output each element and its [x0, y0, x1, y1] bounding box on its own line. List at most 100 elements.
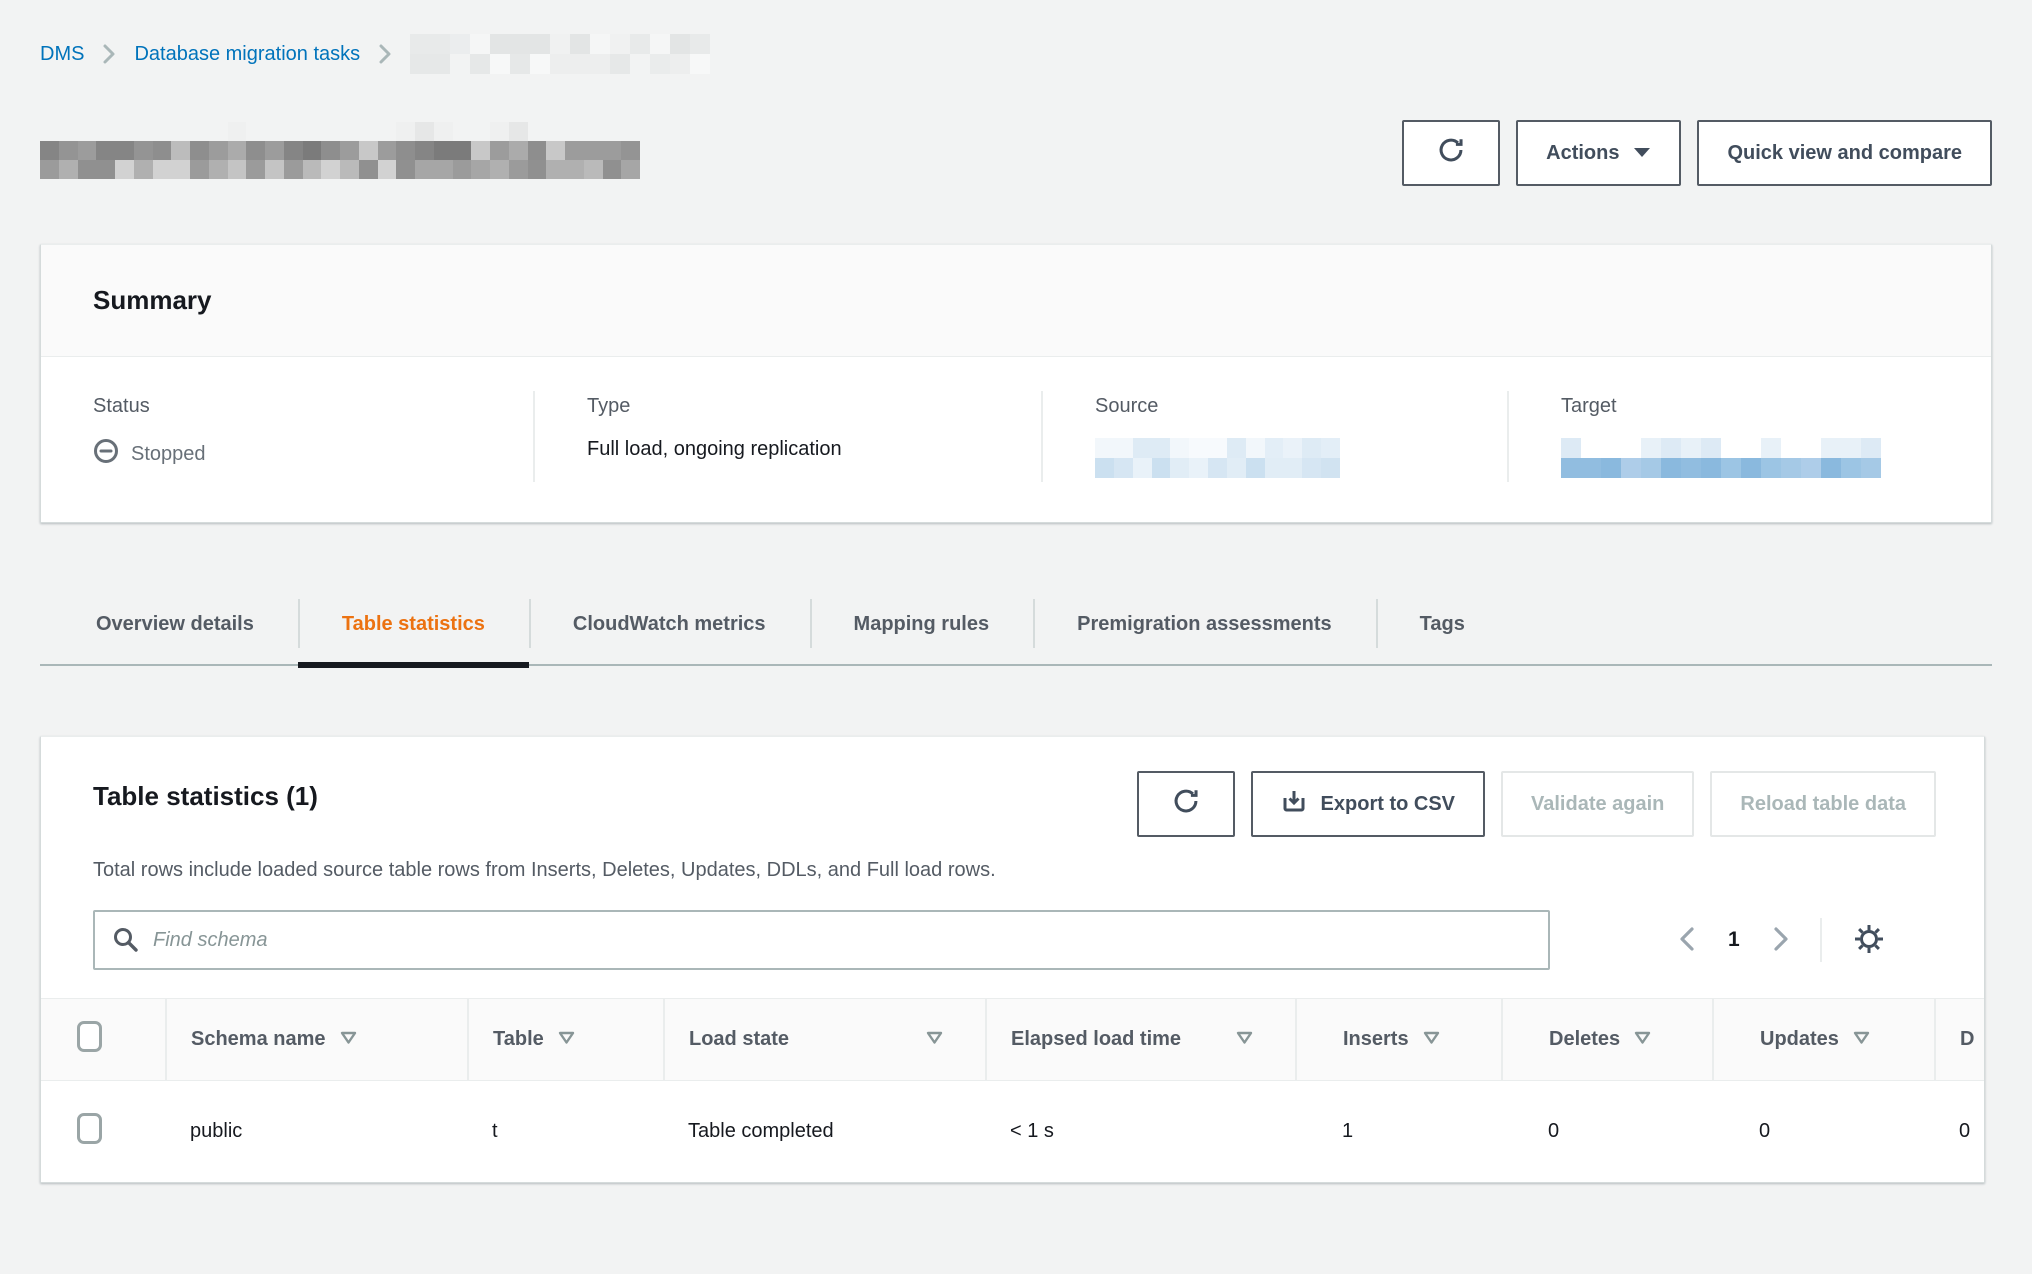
type-value: Full load, ongoing replication [587, 438, 1011, 461]
status-label: Status [93, 395, 503, 418]
reload-table-data-button[interactable]: Reload table data [1710, 771, 1936, 837]
column-label: D [1960, 1028, 1974, 1051]
table-statistics-description: Total rows include loaded source table r… [93, 859, 1936, 882]
column-header-table[interactable]: Table [468, 999, 664, 1081]
column-label: Elapsed load time [1011, 1028, 1181, 1051]
column-header-load-state[interactable]: Load state [664, 999, 986, 1081]
sort-icon [1423, 1028, 1440, 1051]
column-header-clipped[interactable]: D [1935, 999, 1985, 1081]
table-refresh-button[interactable] [1137, 771, 1235, 837]
cell-deletes: 0 [1502, 1081, 1713, 1183]
current-page-number[interactable]: 1 [1706, 928, 1762, 952]
pager-divider [1820, 918, 1822, 962]
row-checkbox[interactable] [77, 1113, 102, 1144]
tab-cloudwatch-metrics[interactable]: CloudWatch metrics [529, 589, 810, 664]
breadcrumb: DMS Database migration tasks [40, 0, 1992, 74]
column-header-updates[interactable]: Updates [1713, 999, 1935, 1081]
type-label: Type [587, 395, 1011, 418]
export-to-csv-label: Export to CSV [1321, 793, 1455, 816]
table-preferences-button[interactable] [1846, 916, 1892, 965]
summary-type-field: Type Full load, ongoing replication [533, 391, 1041, 482]
column-label: Inserts [1343, 1028, 1409, 1051]
column-header-inserts[interactable]: Inserts [1296, 999, 1502, 1081]
chevron-right-icon [1772, 925, 1790, 956]
quick-view-compare-label: Quick view and compare [1727, 142, 1962, 165]
chevron-right-icon [378, 43, 392, 65]
actions-dropdown-button[interactable]: Actions [1516, 120, 1681, 186]
sort-icon [926, 1028, 943, 1051]
table-statistics-title: Table statistics (1) [93, 771, 318, 812]
tab-overview-details[interactable]: Overview details [40, 589, 298, 664]
sort-icon [1236, 1028, 1253, 1051]
tab-tags[interactable]: Tags [1376, 589, 1509, 664]
column-label: Load state [689, 1028, 789, 1051]
tab-table-statistics[interactable]: Table statistics [298, 589, 529, 664]
table-toolbar: 1 [41, 882, 1984, 998]
table-actions: Export to CSV Validate again Reload tabl… [1137, 771, 1936, 837]
tab-mapping-rules[interactable]: Mapping rules [810, 589, 1034, 664]
source-value-redacted[interactable] [1095, 438, 1340, 478]
column-header-schema-name[interactable]: Schema name [166, 999, 468, 1081]
refresh-icon [1172, 787, 1200, 821]
summary-status-field: Status Stopped [41, 391, 533, 482]
tab-premigration-assessments[interactable]: Premigration assessments [1033, 589, 1376, 664]
cell-updates: 0 [1713, 1081, 1935, 1183]
summary-body: Status Stopped Type Full load, ongoing r… [41, 357, 1991, 522]
cell-inserts: 1 [1296, 1081, 1502, 1183]
find-schema-input[interactable] [93, 910, 1550, 970]
sort-icon [340, 1028, 357, 1051]
column-label: Schema name [191, 1028, 326, 1051]
column-header-elapsed-load-time[interactable]: Elapsed load time [986, 999, 1296, 1081]
previous-page-button[interactable] [1668, 925, 1706, 956]
next-page-button[interactable] [1762, 925, 1800, 956]
reload-table-data-label: Reload table data [1740, 793, 1906, 816]
sort-icon [1853, 1028, 1870, 1051]
header-actions: Actions Quick view and compare [1402, 120, 1992, 186]
breadcrumb-tasks-link[interactable]: Database migration tasks [134, 43, 360, 66]
breadcrumb-task-name-redacted [410, 34, 710, 74]
status-text: Stopped [131, 443, 206, 466]
table-statistics-card: Table statistics (1) Export to CSV [40, 736, 1985, 1183]
cell-schema-name: public [166, 1081, 468, 1183]
chevron-left-icon [1678, 925, 1696, 956]
refresh-icon [1437, 136, 1465, 170]
cell-table: t [468, 1081, 664, 1183]
refresh-button[interactable] [1402, 120, 1500, 186]
stopped-icon [93, 438, 119, 470]
schema-search [93, 910, 1550, 970]
summary-card: Summary Status Stopped Type Full load, o… [40, 244, 1992, 523]
sort-icon [558, 1028, 575, 1051]
caret-down-icon [1633, 142, 1651, 165]
validate-again-label: Validate again [1531, 793, 1664, 816]
table-statistics-table: Schema name Table Load state Elapsed loa… [41, 998, 1985, 1182]
page-title-redacted [40, 122, 640, 179]
summary-source-field: Source [1041, 391, 1507, 482]
cell-load-state: Table completed [664, 1081, 986, 1183]
status-badge: Stopped [93, 438, 503, 470]
summary-title: Summary [93, 285, 1939, 316]
search-icon [111, 925, 141, 961]
cell-clipped: 0 [1935, 1081, 1985, 1183]
table-panel-header: Table statistics (1) Export to CSV [41, 737, 1984, 882]
download-icon [1281, 788, 1307, 820]
target-value-redacted[interactable] [1561, 438, 1881, 478]
gear-icon [1852, 922, 1886, 959]
export-to-csv-button[interactable]: Export to CSV [1251, 771, 1485, 837]
column-label: Table [493, 1028, 544, 1051]
breadcrumb-dms-link[interactable]: DMS [40, 43, 84, 66]
select-all-checkbox[interactable] [77, 1021, 102, 1052]
source-label: Source [1095, 395, 1477, 418]
sort-icon [1634, 1028, 1651, 1051]
summary-target-field: Target [1507, 391, 1991, 482]
dms-task-page: DMS Database migration tasks Actions [0, 0, 2032, 1183]
table-header-row: Schema name Table Load state Elapsed loa… [41, 999, 1985, 1081]
column-label: Deletes [1549, 1028, 1620, 1051]
page-header: Actions Quick view and compare [40, 120, 1992, 186]
validate-again-button[interactable]: Validate again [1501, 771, 1694, 837]
chevron-right-icon [102, 43, 116, 65]
summary-card-header: Summary [41, 245, 1991, 357]
column-label: Updates [1760, 1028, 1839, 1051]
column-header-deletes[interactable]: Deletes [1502, 999, 1713, 1081]
quick-view-compare-button[interactable]: Quick view and compare [1697, 120, 1992, 186]
table-row[interactable]: public t Table completed < 1 s 1 0 0 0 [41, 1081, 1985, 1183]
